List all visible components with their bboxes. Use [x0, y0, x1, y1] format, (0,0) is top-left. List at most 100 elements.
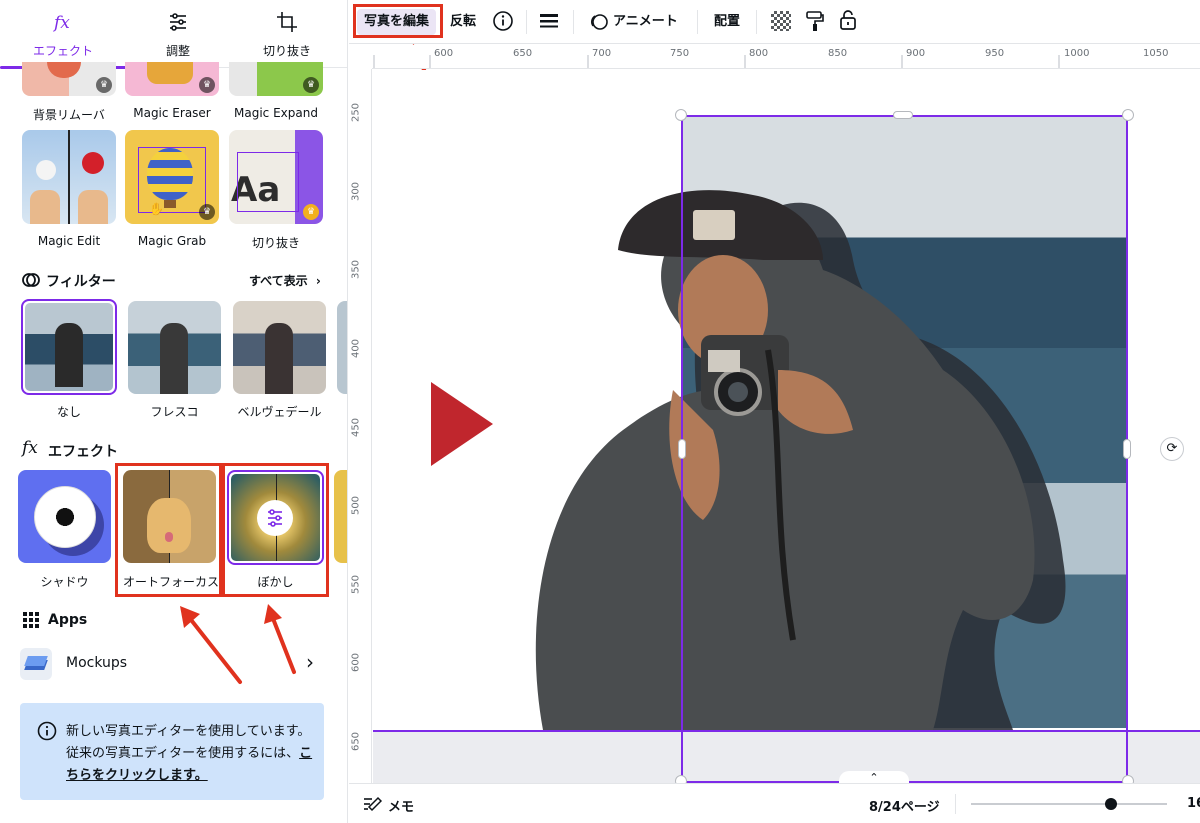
tab-adjust[interactable]: 調整: [120, 0, 236, 68]
unlock-icon[interactable]: [839, 9, 857, 31]
see-all-label: すべて表示: [249, 274, 308, 288]
position-button[interactable]: 配置: [714, 9, 740, 35]
tab-effects-label: エフェクト: [32, 44, 93, 58]
ruler-label: 250: [350, 102, 362, 123]
tab-crop-label: 切り抜き: [262, 44, 311, 58]
design-canvas: ⟳ ⌃: [373, 70, 1200, 783]
filter-fresco-thumbnail[interactable]: [128, 301, 221, 394]
tab-adjust-label: 調整: [165, 44, 190, 58]
zoom-slider-track[interactable]: [971, 803, 1167, 805]
crown-icon: ♛: [303, 77, 319, 93]
design-page[interactable]: [373, 70, 1200, 783]
filter-next-thumbnail[interactable]: [337, 301, 347, 394]
toolbar-divider: [697, 10, 698, 34]
magic-grab-label: Magic Grab: [137, 234, 207, 248]
mockups-icon: [20, 648, 52, 680]
ruler-label: 950: [985, 48, 1005, 59]
bg-remover-thumbnail[interactable]: ♛: [22, 62, 116, 96]
magic-expand-label: Magic Expand: [234, 106, 318, 120]
ruler-label: 350: [350, 259, 362, 280]
play-triangle-shape[interactable]: [431, 382, 493, 466]
ruler-label: 300: [350, 181, 362, 202]
legacy-editor-notice: 新しい写真エディターを使用しています。従来の写真エディターを使用するには、こちら…: [20, 703, 324, 800]
crop-icon: [277, 12, 297, 32]
hand-icon: ✋: [149, 202, 164, 216]
rotate-icon[interactable]: ⟳: [1160, 437, 1184, 461]
tab-crop[interactable]: 切り抜き: [229, 0, 345, 68]
vertical-ruler: 250 300 350 400 450 500 550 600 650: [349, 69, 372, 783]
resize-handle[interactable]: [1123, 439, 1131, 459]
ruler-label: 800: [749, 48, 769, 59]
filter-belvedere-thumbnail[interactable]: [233, 301, 326, 394]
resize-handle[interactable]: [893, 111, 913, 119]
ruler-label: 500: [350, 495, 362, 516]
notice-text: 新しい写真エディターを使用しています。従来の写真エディターを使用するには、こちら…: [66, 721, 316, 787]
magic-eraser-thumbnail[interactable]: ♛: [125, 62, 219, 96]
info-icon[interactable]: [492, 10, 514, 32]
ruler-label: 1000: [1064, 48, 1090, 59]
annotation-box-blur: [222, 463, 329, 597]
cutout-thumbnail[interactable]: Aa ♛: [229, 130, 323, 224]
magic-grab-thumbnail[interactable]: ✋ ♛: [125, 130, 219, 224]
notes-icon: [364, 796, 383, 812]
resize-handle[interactable]: [675, 109, 687, 121]
transparency-icon[interactable]: [771, 11, 791, 31]
effect-next-thumbnail[interactable]: [334, 470, 347, 563]
notice-body: 新しい写真エディターを使用しています。従来の写真エディターを使用するには、: [66, 724, 311, 761]
zoom-level[interactable]: 16: [1187, 796, 1200, 811]
bottombar-divider: [955, 794, 956, 814]
fx-icon: fx: [52, 13, 70, 33]
ruler-label: 650: [513, 48, 533, 59]
ruler-label: 600: [434, 48, 454, 59]
toolbar-divider: [526, 10, 527, 34]
ruler-label: 650: [350, 731, 362, 752]
horizontal-ruler: 600 650 700 750 800 850 900 950 1000 105…: [372, 45, 1200, 69]
crown-icon: ♛: [96, 77, 112, 93]
effect-shadow-thumbnail[interactable]: [18, 470, 111, 563]
paint-roller-icon[interactable]: [805, 10, 825, 32]
ruler-label: 700: [592, 48, 612, 59]
annotation-box-edit-photo: [353, 4, 443, 38]
filters-title: フィルター: [46, 274, 116, 290]
ruler-label: 400: [350, 338, 362, 359]
chevron-up-icon[interactable]: ⌃: [839, 771, 909, 783]
chevron-right-icon: ›: [315, 274, 321, 288]
filter-icon: [22, 273, 40, 287]
annotation-box-autofocus: [115, 463, 222, 597]
ruler-label: 600: [350, 652, 362, 673]
bg-remover-label: 背景リムーバ: [33, 108, 105, 122]
ruler-label: 550: [350, 574, 362, 595]
info-icon: [37, 721, 57, 741]
magic-eraser-label: Magic Eraser: [133, 106, 211, 120]
toolbar-divider: [756, 10, 757, 34]
apps-title: Apps: [48, 612, 88, 628]
page-indicator[interactable]: 8/24ページ: [869, 796, 940, 815]
crown-icon: ♛: [199, 204, 215, 220]
ruler-label: 1050: [1143, 48, 1169, 59]
effects-sidebar: fx エフェクト 調整 切り抜き ♛ 背景リムーバ ♛ Magic Eraser…: [0, 0, 348, 823]
annotation-arrow-autofocus: [180, 606, 242, 684]
soccer-ball-icon: [34, 486, 96, 548]
flip-button[interactable]: 反転: [450, 9, 476, 35]
resize-handle[interactable]: [1122, 775, 1134, 783]
cutout-label: 切り抜き: [251, 236, 300, 250]
magic-expand-thumbnail[interactable]: ♛: [229, 62, 323, 96]
tab-effects[interactable]: fx エフェクト: [5, 0, 121, 68]
resize-handle[interactable]: [675, 775, 687, 783]
border-style-icon[interactable]: [539, 12, 559, 30]
magic-edit-label: Magic Edit: [37, 234, 101, 248]
filter-none-thumbnail[interactable]: [21, 299, 117, 395]
notes-label: メモ: [388, 800, 415, 815]
effect-shadow-label: シャドウ: [40, 575, 89, 589]
filters-see-all[interactable]: すべて表示 ›: [249, 272, 321, 289]
resize-handle[interactable]: [1122, 109, 1134, 121]
zoom-slider-thumb[interactable]: [1105, 798, 1117, 810]
toolbar-divider: [573, 10, 574, 34]
magic-edit-thumbnail[interactable]: [22, 130, 116, 224]
fx-icon: fx: [22, 438, 38, 458]
crown-icon: ♛: [303, 204, 319, 220]
resize-handle[interactable]: [678, 439, 686, 459]
crown-icon: ♛: [199, 77, 215, 93]
app-mockups-label: Mockups: [66, 655, 128, 671]
filter-none-label: なし: [56, 405, 81, 419]
